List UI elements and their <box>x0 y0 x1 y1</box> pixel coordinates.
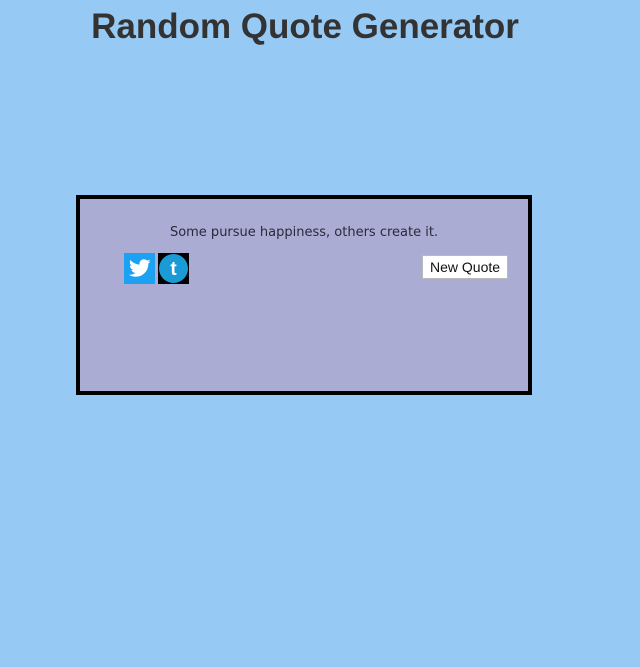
svg-text:t: t <box>170 259 177 280</box>
page-title: Random Quote Generator <box>91 7 519 46</box>
tumblr-icon[interactable]: t <box>158 253 189 284</box>
new-quote-button[interactable]: New Quote <box>422 255 509 279</box>
quote-box: Some pursue happiness, others create it.… <box>76 195 532 395</box>
twitter-icon[interactable] <box>124 253 155 284</box>
quote-text: Some pursue happiness, others create it. <box>169 225 439 240</box>
